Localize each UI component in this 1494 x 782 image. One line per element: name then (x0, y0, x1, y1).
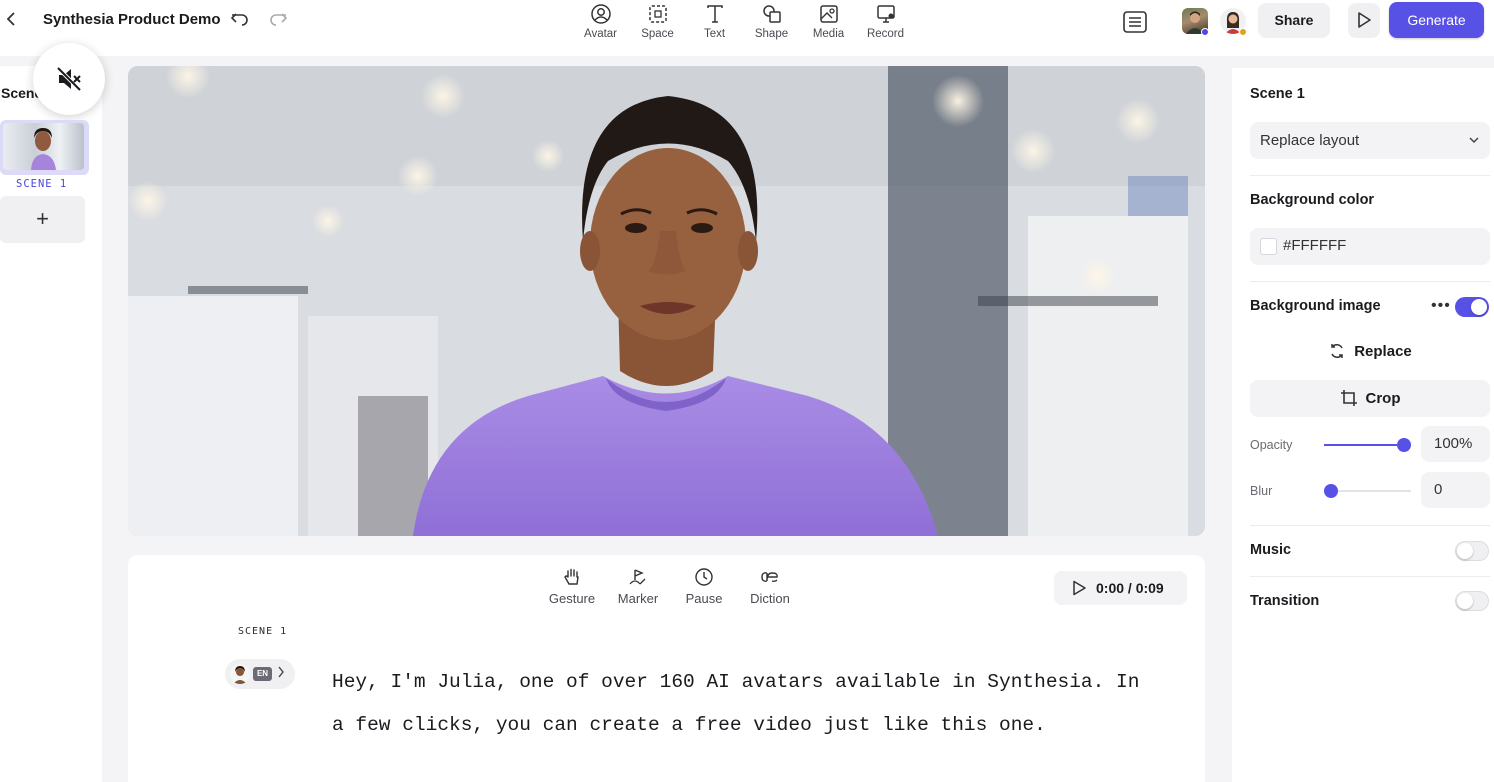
chevron-left-icon (6, 12, 15, 26)
pause-button[interactable]: Pause (671, 567, 737, 606)
background-color-value: #FFFFFF (1283, 237, 1347, 254)
opacity-slider-handle[interactable] (1397, 438, 1411, 452)
script-scene-label: SCENE 1 (238, 626, 288, 637)
text-icon (706, 5, 723, 23)
scene-thumbnail-image (3, 123, 84, 170)
project-title[interactable]: Synthesia Product Demo (43, 11, 221, 28)
speaker-muted-icon (56, 66, 82, 92)
diction-label: Diction (750, 591, 790, 606)
marker-label: Marker (617, 591, 659, 606)
generate-button[interactable]: Generate (1389, 2, 1484, 38)
crop-button[interactable]: Crop (1250, 380, 1490, 417)
shape-icon (762, 5, 781, 23)
background-color-label: Background color (1250, 192, 1375, 208)
blur-input[interactable]: 0 (1421, 472, 1490, 508)
playback-time: 0:00 / 0:09 (1096, 580, 1164, 596)
opacity-input[interactable]: 100% (1421, 426, 1490, 462)
tool-media-label: Media (812, 28, 845, 40)
replace-background-button[interactable]: Replace (1250, 334, 1490, 370)
background-color-field[interactable]: #FFFFFF (1250, 228, 1490, 265)
gesture-button[interactable]: Gesture (539, 567, 605, 606)
tool-record[interactable]: Record (857, 2, 914, 46)
chevron-right-icon (277, 665, 285, 682)
opacity-slider[interactable] (1324, 438, 1411, 452)
language-badge: EN (253, 667, 272, 681)
marker-button[interactable]: Marker (605, 567, 671, 606)
script-toolbar: Gesture Marker Pause Diction (539, 567, 803, 606)
script-text[interactable]: Hey, I'm Julia, one of over 160 AI avata… (332, 661, 1152, 747)
tool-space-label: Space (641, 28, 674, 40)
script-editor: Gesture Marker Pause Diction 0:00 / 0:09… (128, 555, 1205, 782)
script-play-button[interactable]: 0:00 / 0:09 (1054, 571, 1187, 605)
media-icon (819, 5, 838, 23)
scene-thumbnail-label: SCENE 1 (16, 178, 68, 190)
blur-slider[interactable] (1324, 484, 1411, 498)
refresh-icon (1331, 344, 1343, 358)
chevron-down-icon (1469, 137, 1479, 144)
color-swatch[interactable] (1260, 238, 1277, 255)
preview-button[interactable] (1348, 3, 1380, 38)
marker-icon (629, 569, 646, 585)
hand-icon (564, 568, 579, 585)
scene-thumbnail[interactable] (0, 120, 89, 175)
back-button[interactable] (2, 10, 20, 32)
gesture-label: Gesture (548, 591, 596, 606)
transition-label: Transition (1250, 593, 1320, 609)
transition-toggle[interactable] (1455, 591, 1489, 611)
layout-select[interactable]: Replace layout (1250, 122, 1490, 159)
tool-avatar[interactable]: Avatar (572, 2, 629, 46)
mute-button[interactable] (33, 43, 105, 115)
insert-toolbar: Avatar Space Text Shape Media Record (572, 2, 914, 46)
tool-record-label: Record (866, 28, 905, 40)
voice-selector[interactable]: EN (225, 659, 295, 689)
pause-label: Pause (685, 591, 723, 606)
divider (1250, 281, 1490, 282)
tool-media[interactable]: Media (800, 2, 857, 46)
play-icon (1358, 12, 1371, 28)
blur-label: Blur (1250, 484, 1273, 498)
tool-text-label: Text (703, 28, 726, 40)
share-button[interactable]: Share (1258, 3, 1330, 38)
play-icon (1073, 580, 1086, 596)
crop-label: Crop (1365, 390, 1401, 407)
space-icon (648, 5, 667, 23)
more-options-icon[interactable]: ••• (1431, 297, 1451, 315)
voice-avatar (230, 664, 250, 684)
opacity-slider-fill (1324, 444, 1404, 446)
tool-shape-label: Shape (754, 28, 789, 40)
diction-icon (761, 572, 778, 583)
add-scene-button[interactable]: + (0, 196, 85, 243)
avatar-presenter-image (128, 66, 1205, 536)
script-menu-icon[interactable] (1122, 9, 1148, 35)
presence-dot (1239, 28, 1247, 36)
background-image-label: Background image (1250, 298, 1381, 314)
music-label: Music (1250, 542, 1292, 558)
undo-icon[interactable] (230, 9, 250, 29)
redo-icon[interactable] (268, 9, 288, 29)
presence-dot (1201, 28, 1209, 36)
top-bar: Synthesia Product Demo Avatar Space Text… (0, 0, 1494, 56)
divider (1250, 175, 1490, 176)
divider (1250, 576, 1490, 577)
panel-scene-title: Scene 1 (1250, 86, 1305, 102)
background-image-toggle[interactable] (1455, 297, 1489, 317)
music-toggle[interactable] (1455, 541, 1489, 561)
tool-text[interactable]: Text (686, 2, 743, 46)
tool-space[interactable]: Space (629, 2, 686, 46)
diction-button[interactable]: Diction (737, 567, 803, 606)
opacity-label: Opacity (1250, 438, 1293, 452)
properties-panel: Scene 1 Replace layout Background color … (1232, 68, 1494, 782)
record-icon (876, 5, 895, 23)
video-canvas[interactable] (128, 66, 1205, 536)
tool-shape[interactable]: Shape (743, 2, 800, 46)
replace-label: Replace (1354, 343, 1412, 360)
clock-icon (695, 568, 713, 586)
tool-avatar-label: Avatar (583, 28, 618, 40)
blur-slider-handle[interactable] (1324, 484, 1338, 498)
crop-icon (1340, 390, 1357, 406)
divider (1250, 525, 1490, 526)
layout-select-value: Replace layout (1260, 132, 1360, 149)
avatar-icon (590, 4, 611, 24)
